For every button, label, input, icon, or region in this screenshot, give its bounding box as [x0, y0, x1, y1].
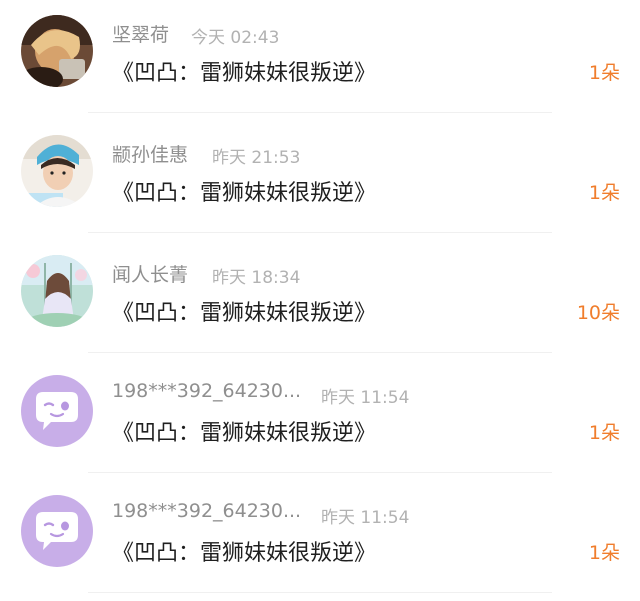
gift-count: 1朵	[588, 62, 620, 84]
user-photo-icon	[21, 255, 93, 327]
gift-count: 1朵	[588, 182, 620, 204]
user-photo-icon	[21, 135, 93, 207]
chat-bubble-icon	[21, 495, 93, 567]
chat-bubble-icon	[21, 375, 93, 447]
avatar[interactable]	[21, 255, 93, 327]
list-item[interactable]: 198***392_64230... 昨天 11:54 《凹凸：雷狮妹妹很叛逆》…	[0, 480, 640, 600]
user-name: 坚翠荷	[112, 24, 170, 46]
avatar[interactable]	[21, 375, 93, 447]
divider	[88, 592, 552, 593]
list-item[interactable]: 闻人长菁 昨天 18:34 《凹凸：雷狮妹妹很叛逆》 10朵	[0, 240, 640, 360]
book-title: 《凹凸：雷狮妹妹很叛逆》	[112, 421, 377, 446]
list-item[interactable]: 198***392_64230... 昨天 11:54 《凹凸：雷狮妹妹很叛逆》…	[0, 360, 640, 480]
list-item[interactable]: 颛孙佳惠 昨天 21:53 《凹凸：雷狮妹妹很叛逆》 1朵	[0, 120, 640, 240]
book-title: 《凹凸：雷狮妹妹很叛逆》	[112, 61, 377, 86]
user-name: 闻人长菁	[112, 264, 189, 286]
user-name: 198***392_64230...	[112, 500, 302, 522]
user-name: 颛孙佳惠	[112, 144, 189, 166]
avatar[interactable]	[21, 135, 93, 207]
timestamp: 昨天 21:53	[212, 148, 301, 168]
gift-count: 10朵	[576, 302, 620, 324]
divider	[88, 352, 552, 353]
gift-count: 1朵	[588, 542, 620, 564]
timestamp: 今天 02:43	[191, 28, 280, 48]
avatar[interactable]	[21, 495, 93, 567]
book-title: 《凹凸：雷狮妹妹很叛逆》	[112, 181, 377, 206]
book-title: 《凹凸：雷狮妹妹很叛逆》	[112, 301, 377, 326]
divider	[88, 112, 552, 113]
avatar[interactable]	[21, 15, 93, 87]
divider	[88, 232, 552, 233]
gift-record-list: 坚翠荷 今天 02:43 《凹凸：雷狮妹妹很叛逆》 1朵 颛孙佳惠 昨天 21:…	[0, 0, 640, 601]
divider	[88, 472, 552, 473]
user-photo-icon	[21, 15, 93, 87]
list-item[interactable]: 坚翠荷 今天 02:43 《凹凸：雷狮妹妹很叛逆》 1朵	[0, 0, 640, 120]
timestamp: 昨天 11:54	[321, 388, 410, 408]
timestamp: 昨天 11:54	[321, 508, 410, 528]
user-name: 198***392_64230...	[112, 380, 302, 402]
gift-count: 1朵	[588, 422, 620, 444]
timestamp: 昨天 18:34	[212, 268, 301, 288]
book-title: 《凹凸：雷狮妹妹很叛逆》	[112, 541, 377, 566]
